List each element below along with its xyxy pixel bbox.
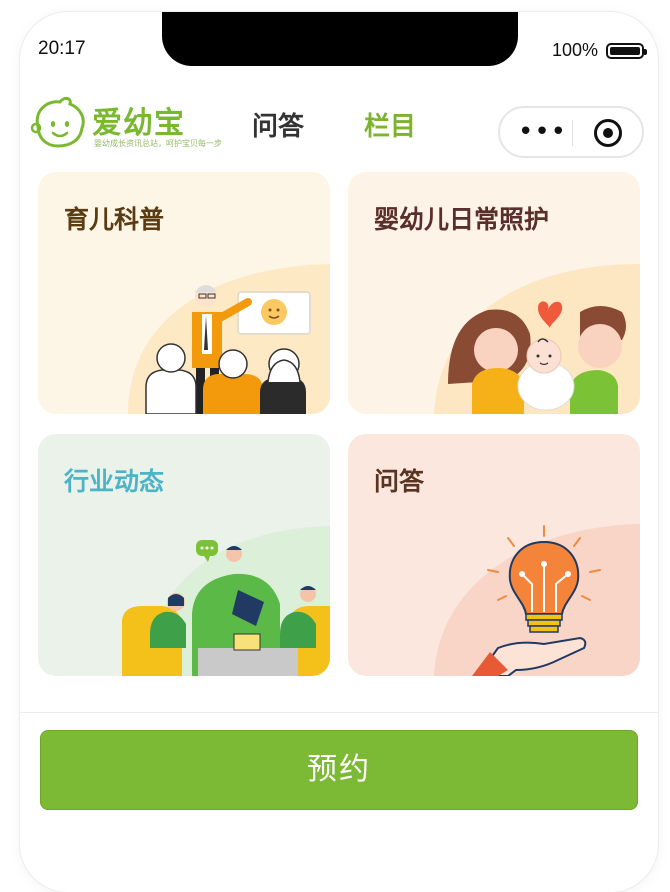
status-time: 20:17 bbox=[38, 38, 86, 59]
footer-divider bbox=[20, 712, 658, 713]
battery-percent: 100% bbox=[551, 40, 598, 60]
baby-face-logo-icon bbox=[30, 96, 85, 148]
card-title: 婴幼儿日常照护 bbox=[374, 205, 550, 234]
tab-columns[interactable]: 栏目 bbox=[364, 106, 416, 143]
logo-subtitle: 婴幼成长资讯总站，呵护宝贝每一步 bbox=[94, 139, 222, 148]
app-logo[interactable]: 爱幼宝 婴幼成长资讯总站，呵护宝贝每一步 bbox=[30, 94, 222, 154]
phone-frame: 20:17 100% 爱幼宝 婴幼成长资讯总站，呵护宝贝每一步 问答 栏目 ••… bbox=[20, 12, 658, 892]
card-title: 问答 bbox=[374, 467, 425, 496]
battery-icon bbox=[606, 42, 647, 59]
card-industry-news[interactable]: 行业动态 bbox=[38, 434, 330, 676]
logo-text: 爱幼宝 bbox=[92, 106, 185, 141]
device-notch bbox=[162, 12, 518, 66]
card-qa[interactable]: 问答 bbox=[348, 434, 640, 676]
card-title: 育儿科普 bbox=[64, 205, 165, 234]
mini-program-capsule: ••• bbox=[498, 106, 644, 158]
card-parenting-science[interactable]: 育儿科普 bbox=[38, 172, 330, 414]
capsule-divider bbox=[572, 120, 573, 146]
card-infant-daily-care[interactable]: 婴幼儿日常照护 bbox=[348, 172, 640, 414]
more-dots-icon[interactable]: ••• bbox=[518, 119, 567, 145]
status-battery: 100% bbox=[551, 40, 647, 61]
app-header: 爱幼宝 婴幼成长资讯总站，呵护宝贝每一步 问答 栏目 ••• bbox=[20, 84, 658, 166]
book-button[interactable]: 预约 bbox=[40, 730, 638, 810]
target-icon[interactable] bbox=[594, 119, 622, 147]
tab-qa[interactable]: 问答 bbox=[252, 106, 304, 143]
card-title: 行业动态 bbox=[64, 467, 165, 496]
